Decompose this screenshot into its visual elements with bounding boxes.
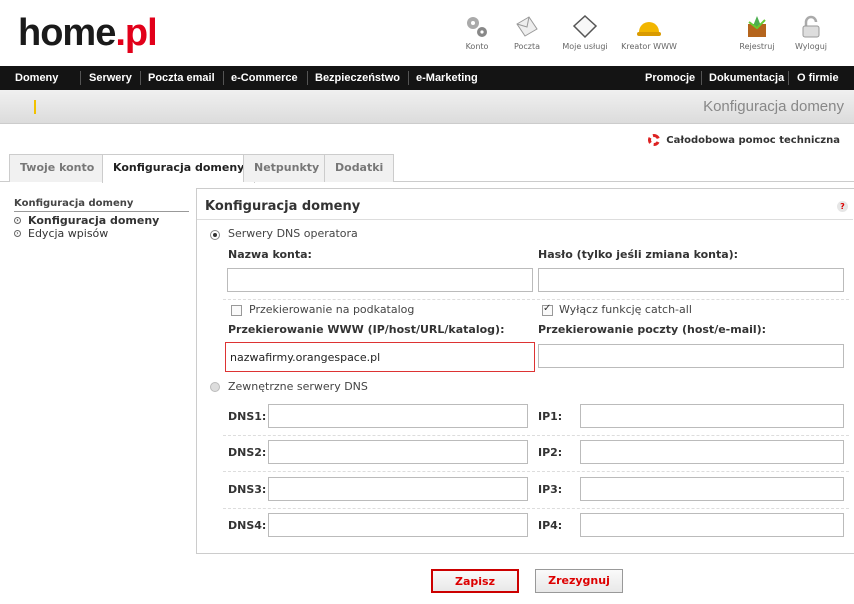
nav-about[interactable]: O firmie — [797, 66, 839, 90]
wizard-label: Kreator WWW — [621, 42, 677, 51]
www-redirect-label: Przekierowanie WWW (IP/host/URL/katalog)… — [228, 323, 505, 336]
helmet-icon — [637, 22, 661, 36]
wizard-link[interactable]: Kreator WWW — [616, 14, 682, 51]
external-dns-label: Zewnętrzne serwery DNS — [228, 380, 368, 393]
redirect-subdir-label: Przekierowanie na podkatalog — [249, 303, 415, 316]
ip2-label: IP2: — [538, 446, 563, 459]
mail-label: Poczta — [513, 42, 541, 51]
services-link[interactable]: Moje usługi — [552, 14, 618, 51]
redirect-subdir-checkbox[interactable] — [231, 305, 242, 316]
support-label: Całodobowa pomoc techniczna — [666, 135, 840, 146]
tab-domain-config[interactable]: Konfiguracja domeny — [102, 154, 256, 183]
bullet-icon: › — [14, 230, 21, 237]
divider — [223, 471, 849, 472]
dns3-input[interactable] — [268, 477, 528, 501]
sidebar-item-edit-entries[interactable]: › Edycja wpisów — [14, 227, 189, 240]
dns4-input[interactable] — [268, 513, 528, 537]
tab-bar: Twoje konto Konfiguracja domeny Netpunkt… — [0, 152, 854, 183]
ip1-label: IP1: — [538, 410, 563, 423]
nav-divider — [408, 71, 409, 85]
nav-promotions[interactable]: Promocje — [645, 66, 695, 90]
dns2-input[interactable] — [268, 440, 528, 464]
divider — [223, 299, 849, 300]
ip3-input[interactable] — [580, 477, 844, 501]
divider — [197, 219, 853, 220]
ip2-input[interactable] — [580, 440, 844, 464]
password-input[interactable] — [538, 268, 844, 292]
ip4-input[interactable] — [580, 513, 844, 537]
external-dns-radio[interactable] — [210, 382, 220, 392]
account-name-label: Nazwa konta: — [228, 248, 312, 261]
panel-title: Konfiguracja domeny — [205, 199, 361, 214]
nav-divider — [80, 71, 81, 85]
ip3-label: IP3: — [538, 483, 563, 496]
divider — [223, 435, 849, 436]
services-label: Moje usługi — [562, 42, 608, 51]
tab-netpoints[interactable]: Netpunkty — [243, 154, 331, 182]
password-label: Hasło (tylko jeśli zmiana konta): — [538, 248, 739, 261]
main-nav: Domeny Serwery Poczta email e-Commerce B… — [0, 66, 854, 90]
title-band: Konfiguracja domeny — [0, 90, 854, 124]
sidebar: Konfiguracja domeny › Konfiguracja domeny… — [14, 198, 189, 240]
divider — [223, 508, 849, 509]
dns-operator-radio[interactable] — [210, 230, 220, 240]
mail-link[interactable]: Poczta — [494, 14, 560, 51]
catchall-checkbox[interactable] — [542, 303, 553, 316]
dns3-label: DNS3: — [228, 483, 267, 496]
nav-docs[interactable]: Dokumentacja — [709, 66, 784, 90]
envelope-icon — [516, 16, 538, 37]
account-name-input[interactable] — [227, 268, 533, 292]
dns4-label: DNS4: — [228, 519, 267, 532]
box-icon — [572, 14, 598, 39]
ip1-input[interactable] — [580, 404, 844, 428]
tab-account[interactable]: Twoje konto — [9, 154, 106, 182]
nav-security[interactable]: Bezpieczeństwo — [315, 66, 400, 90]
nav-ecommerce[interactable]: e-Commerce — [231, 66, 298, 90]
sidebar-heading: Konfiguracja domeny — [14, 198, 189, 212]
mail-redirect-label: Przekierowanie poczty (host/e-mail): — [538, 323, 767, 336]
catchall-label: Wyłącz funkcję catch-all — [559, 303, 692, 316]
lifebuoy-icon — [648, 134, 661, 146]
logout-link[interactable]: Wyloguj — [778, 14, 844, 51]
account-label: Konto — [465, 42, 489, 51]
nav-email[interactable]: Poczta email — [148, 66, 215, 90]
logout-label: Wyloguj — [795, 42, 827, 51]
page: home.pl Konto Poczta Moje usługi Kreator… — [0, 0, 854, 604]
nav-divider — [788, 71, 789, 85]
sidebar-item-label: Edycja wpisów — [28, 227, 109, 240]
support-link[interactable]: Całodobowa pomoc techniczna — [648, 134, 840, 146]
config-panel: Konfiguracja domeny ? Serwery DNS operat… — [196, 188, 854, 554]
nav-divider — [701, 71, 702, 85]
sidebar-item-domain-config[interactable]: › Konfiguracja domeny — [14, 214, 189, 227]
logo[interactable]: home.pl — [18, 12, 158, 55]
save-button[interactable]: Zapisz — [431, 569, 519, 593]
cancel-button[interactable]: Zrezygnuj — [535, 569, 623, 593]
nav-divider — [307, 71, 308, 85]
mail-redirect-input[interactable] — [538, 344, 844, 368]
bullet-icon: › — [14, 217, 21, 224]
logo-accent: .pl — [115, 12, 157, 54]
dns-operator-label: Serwery DNS operatora — [228, 227, 358, 240]
help-icon[interactable]: ? — [837, 201, 848, 212]
padlock-icon — [802, 15, 820, 38]
nav-domains[interactable]: Domeny — [15, 66, 58, 90]
dns2-label: DNS2: — [228, 446, 267, 459]
ip4-label: IP4: — [538, 519, 563, 532]
dns1-label: DNS1: — [228, 410, 267, 423]
tab-addons[interactable]: Dodatki — [324, 154, 395, 182]
band-marker — [34, 100, 36, 114]
register-label: Rejestruj — [739, 42, 775, 51]
nav-divider — [140, 71, 141, 85]
www-redirect-input[interactable] — [225, 342, 535, 372]
logo-text: home — [18, 12, 116, 54]
page-title: Konfiguracja domeny — [703, 98, 844, 115]
dns1-input[interactable] — [268, 404, 528, 428]
nav-emarketing[interactable]: e-Marketing — [416, 66, 478, 90]
nav-divider — [223, 71, 224, 85]
nav-servers[interactable]: Serwery — [89, 66, 132, 90]
register-icon — [748, 16, 766, 37]
sidebar-item-label: Konfiguracja domeny — [28, 214, 160, 227]
gears-icon — [467, 17, 487, 37]
